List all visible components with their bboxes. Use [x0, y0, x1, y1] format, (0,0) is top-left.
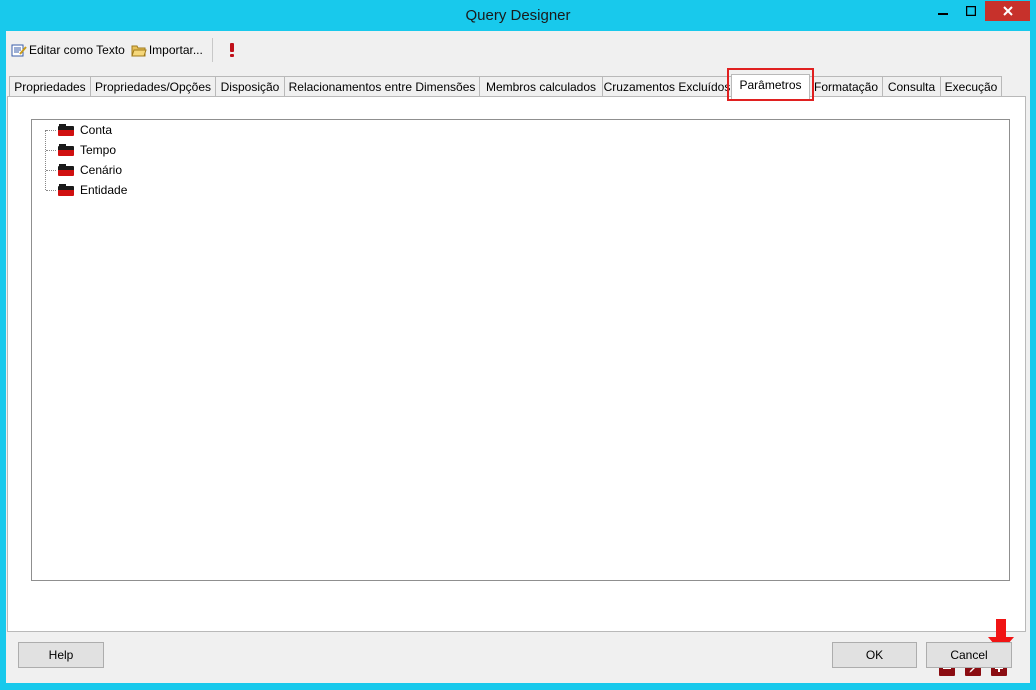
edit-as-text-label: Editar como Texto [29, 43, 125, 57]
tab-execucao[interactable]: Execução [940, 76, 1002, 97]
tab-relacionamentos[interactable]: Relacionamentos entre Dimensões [284, 76, 480, 97]
tree-item-entidade[interactable]: Entidade [46, 180, 128, 200]
dimension-folder-icon [58, 124, 74, 136]
dialog-client: Editar como Texto Importar... Propriedad… [6, 31, 1030, 683]
tree-item-label: Tempo [80, 143, 117, 157]
ok-button[interactable]: OK [832, 642, 917, 668]
tree-item-label: Entidade [80, 183, 128, 197]
tree-item-label: Cenário [80, 163, 123, 177]
dimension-folder-icon [58, 184, 74, 196]
tab-cruzamentos-excluidos[interactable]: Cruzamentos Excluídos [602, 76, 732, 97]
help-button[interactable]: Help [18, 642, 104, 668]
dimension-folder-icon [58, 164, 74, 176]
title-bar: Query Designer [0, 0, 1036, 31]
folder-open-icon [131, 42, 147, 58]
tree-item-label: Conta [80, 123, 113, 137]
exclamation-icon [224, 42, 240, 58]
close-icon [1002, 6, 1013, 16]
tab-disposicao[interactable]: Disposição [215, 76, 285, 97]
active-tab-highlight [727, 68, 814, 101]
dimension-folder-icon [58, 144, 74, 156]
edit-as-text-button[interactable]: Editar como Texto [8, 39, 128, 61]
toolbar-separator [211, 38, 213, 62]
window-title: Query Designer [465, 7, 571, 24]
parameters-tab-page: Conta Tempo Cenário Entidade [7, 96, 1026, 676]
tree-connector-line [45, 130, 46, 190]
parameters-tree[interactable]: Conta Tempo Cenário Entidade [31, 119, 1010, 581]
maximize-button[interactable] [957, 1, 984, 21]
tree-item-cenario[interactable]: Cenário [46, 160, 123, 180]
run-query-button[interactable] [221, 39, 245, 61]
tab-membros-calculados[interactable]: Membros calculados [479, 76, 603, 97]
tree-item-tempo[interactable]: Tempo [46, 140, 117, 160]
maximize-icon [965, 6, 976, 16]
cancel-button[interactable]: Cancel [926, 642, 1012, 668]
toolbar: Editar como Texto Importar... [8, 37, 245, 63]
edit-text-icon [11, 42, 27, 58]
minimize-icon [938, 13, 948, 15]
import-button[interactable]: Importar... [128, 39, 206, 61]
tree-item-conta[interactable]: Conta [46, 120, 113, 140]
tab-propriedades[interactable]: Propriedades [9, 76, 91, 97]
tab-formatacao[interactable]: Formatação [809, 76, 883, 97]
close-button[interactable] [985, 1, 1030, 21]
tab-propriedades-opcoes[interactable]: Propriedades/Opções [90, 76, 216, 97]
minimize-button[interactable] [930, 1, 956, 21]
import-label: Importar... [148, 43, 203, 57]
tab-consulta[interactable]: Consulta [882, 76, 941, 97]
